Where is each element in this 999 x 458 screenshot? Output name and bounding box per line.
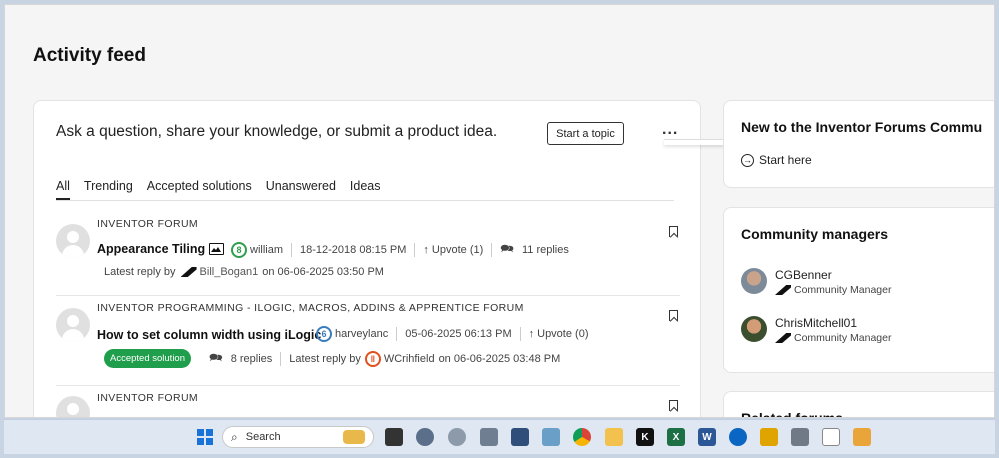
start-here-link[interactable]: → Start here: [741, 153, 812, 167]
image-viewer-icon[interactable]: [542, 428, 560, 446]
post-forum-name[interactable]: INVENTOR FORUM: [97, 392, 198, 404]
post-author[interactable]: william: [250, 244, 283, 256]
chrome-icon[interactable]: [573, 428, 591, 446]
avatar[interactable]: [741, 268, 767, 294]
reply-count[interactable]: 11 replies: [522, 244, 569, 256]
camera-icon[interactable]: [822, 428, 840, 446]
page-title: Activity feed: [33, 45, 146, 66]
latest-reply-date: on 06-06-2025 03:48 PM: [438, 352, 561, 365]
autodesk-logo-icon: [180, 267, 197, 277]
search-icon: ⌕: [231, 429, 238, 444]
browser-window: Activity feed Ask a question, share your…: [4, 4, 995, 418]
windows-start-icon[interactable]: [196, 428, 214, 446]
more-options-icon[interactable]: ...: [662, 121, 678, 139]
manager-item[interactable]: ChrisMitchell01 Community Manager: [741, 316, 891, 344]
taskbar: ⌕ Search K X W: [4, 419, 995, 454]
related-title: Related forums: [741, 410, 843, 418]
calculator-icon[interactable]: [791, 428, 809, 446]
task-view-icon[interactable]: [385, 428, 403, 446]
rank-badge-icon: ‖: [364, 350, 381, 367]
manager-role: Community Manager: [794, 332, 892, 344]
latest-reply-date: on 06-06-2025 03:50 PM: [262, 266, 384, 278]
app-k-icon[interactable]: K: [636, 428, 654, 446]
post-date: 18-12-2018 08:15 PM: [300, 243, 407, 256]
rank-badge-icon: 6: [316, 326, 332, 342]
latest-reply-user[interactable]: Bill_Bogan1: [200, 266, 259, 278]
image-icon: [209, 243, 225, 255]
post-title[interactable]: Appearance Tiling: [97, 242, 205, 256]
upvote-icon[interactable]: ↑: [529, 328, 535, 340]
managers-title: Community managers: [741, 226, 889, 242]
welcome-title: New to the Inventor Forums Commu: [741, 119, 983, 135]
avatar[interactable]: [56, 396, 90, 417]
start-topic-button[interactable]: Start a topic: [547, 122, 624, 145]
related-forums-card: Related forums: [723, 391, 994, 418]
taskbar-search-input[interactable]: ⌕ Search: [222, 426, 374, 448]
reply-count[interactable]: 8 replies: [231, 353, 273, 365]
replies-icon: 🗪: [209, 352, 223, 364]
search-highlight-icon: [343, 430, 365, 444]
bookmark-icon[interactable]: [669, 400, 678, 411]
upvote-button[interactable]: Upvote (1): [432, 244, 483, 256]
post-forum-name[interactable]: INVENTOR PROGRAMMING - ILOGIC, MACROS, A…: [97, 302, 524, 314]
avatar[interactable]: [56, 308, 90, 342]
replies-icon: 🗪: [500, 243, 514, 255]
tab-all[interactable]: All: [56, 179, 70, 200]
feed-post[interactable]: INVENTOR FORUM Appearance Tiling 8 willi…: [56, 216, 680, 296]
welcome-card: New to the Inventor Forums Commu → Start…: [723, 100, 994, 188]
feed-tabs: All Trending Accepted solutions Unanswer…: [56, 179, 674, 201]
post-title[interactable]: How to set column width using iLogic: [97, 328, 321, 342]
excel-icon[interactable]: X: [667, 428, 685, 446]
community-managers-card: Community managers CGBenner Community Ma…: [723, 207, 994, 373]
post-forum-name[interactable]: INVENTOR FORUM: [97, 218, 198, 230]
autodesk-logo-icon: [775, 333, 791, 343]
manager-name[interactable]: CGBenner: [775, 268, 891, 282]
upvote-button[interactable]: Upvote (0): [537, 328, 588, 340]
app-icon[interactable]: [480, 428, 498, 446]
app-icon[interactable]: [853, 428, 871, 446]
file-explorer-icon[interactable]: [605, 428, 623, 446]
start-here-label[interactable]: Start here: [759, 153, 812, 167]
avatar[interactable]: [56, 224, 90, 258]
post-author[interactable]: harveylanc: [335, 328, 388, 340]
feed-post[interactable]: INVENTOR PROGRAMMING - ILOGIC, MACROS, A…: [56, 300, 680, 386]
composer-prompt: Ask a question, share your knowledge, or…: [56, 123, 498, 140]
tab-accepted-solutions[interactable]: Accepted solutions: [147, 179, 252, 200]
document-icon[interactable]: [511, 428, 529, 446]
tab-ideas[interactable]: Ideas: [350, 179, 381, 200]
manager-item[interactable]: CGBenner Community Manager: [741, 268, 891, 296]
gear-icon[interactable]: [448, 428, 466, 446]
autodesk-logo-icon: [775, 285, 791, 295]
edge-icon[interactable]: [729, 428, 747, 446]
archive-icon[interactable]: [760, 428, 778, 446]
activity-feed-card: Ask a question, share your knowledge, or…: [33, 100, 744, 417]
word-icon[interactable]: W: [698, 428, 716, 446]
latest-reply-label: Latest reply by: [104, 266, 176, 278]
bookmark-icon[interactable]: [669, 226, 678, 237]
latest-reply-label: Latest reply by: [289, 352, 361, 365]
feed-post[interactable]: INVENTOR FORUM: [56, 390, 680, 417]
tab-trending[interactable]: Trending: [84, 179, 133, 200]
manager-name[interactable]: ChrisMitchell01: [775, 316, 891, 330]
upvote-icon[interactable]: ↑: [423, 244, 429, 256]
settings-gear-icon[interactable]: [416, 428, 434, 446]
rank-badge-icon: 8: [231, 241, 247, 258]
tab-unanswered[interactable]: Unanswered: [266, 179, 336, 200]
latest-reply-user[interactable]: WCrihfield: [384, 353, 435, 365]
post-date: 05-06-2025 06:13 PM: [405, 328, 512, 340]
search-placeholder: Search: [245, 431, 281, 443]
arrow-right-icon: →: [741, 153, 754, 167]
bookmark-icon[interactable]: [669, 310, 678, 321]
manager-role: Community Manager: [794, 284, 892, 296]
avatar[interactable]: [741, 316, 767, 342]
accepted-solution-badge[interactable]: Accepted solution: [104, 349, 191, 368]
